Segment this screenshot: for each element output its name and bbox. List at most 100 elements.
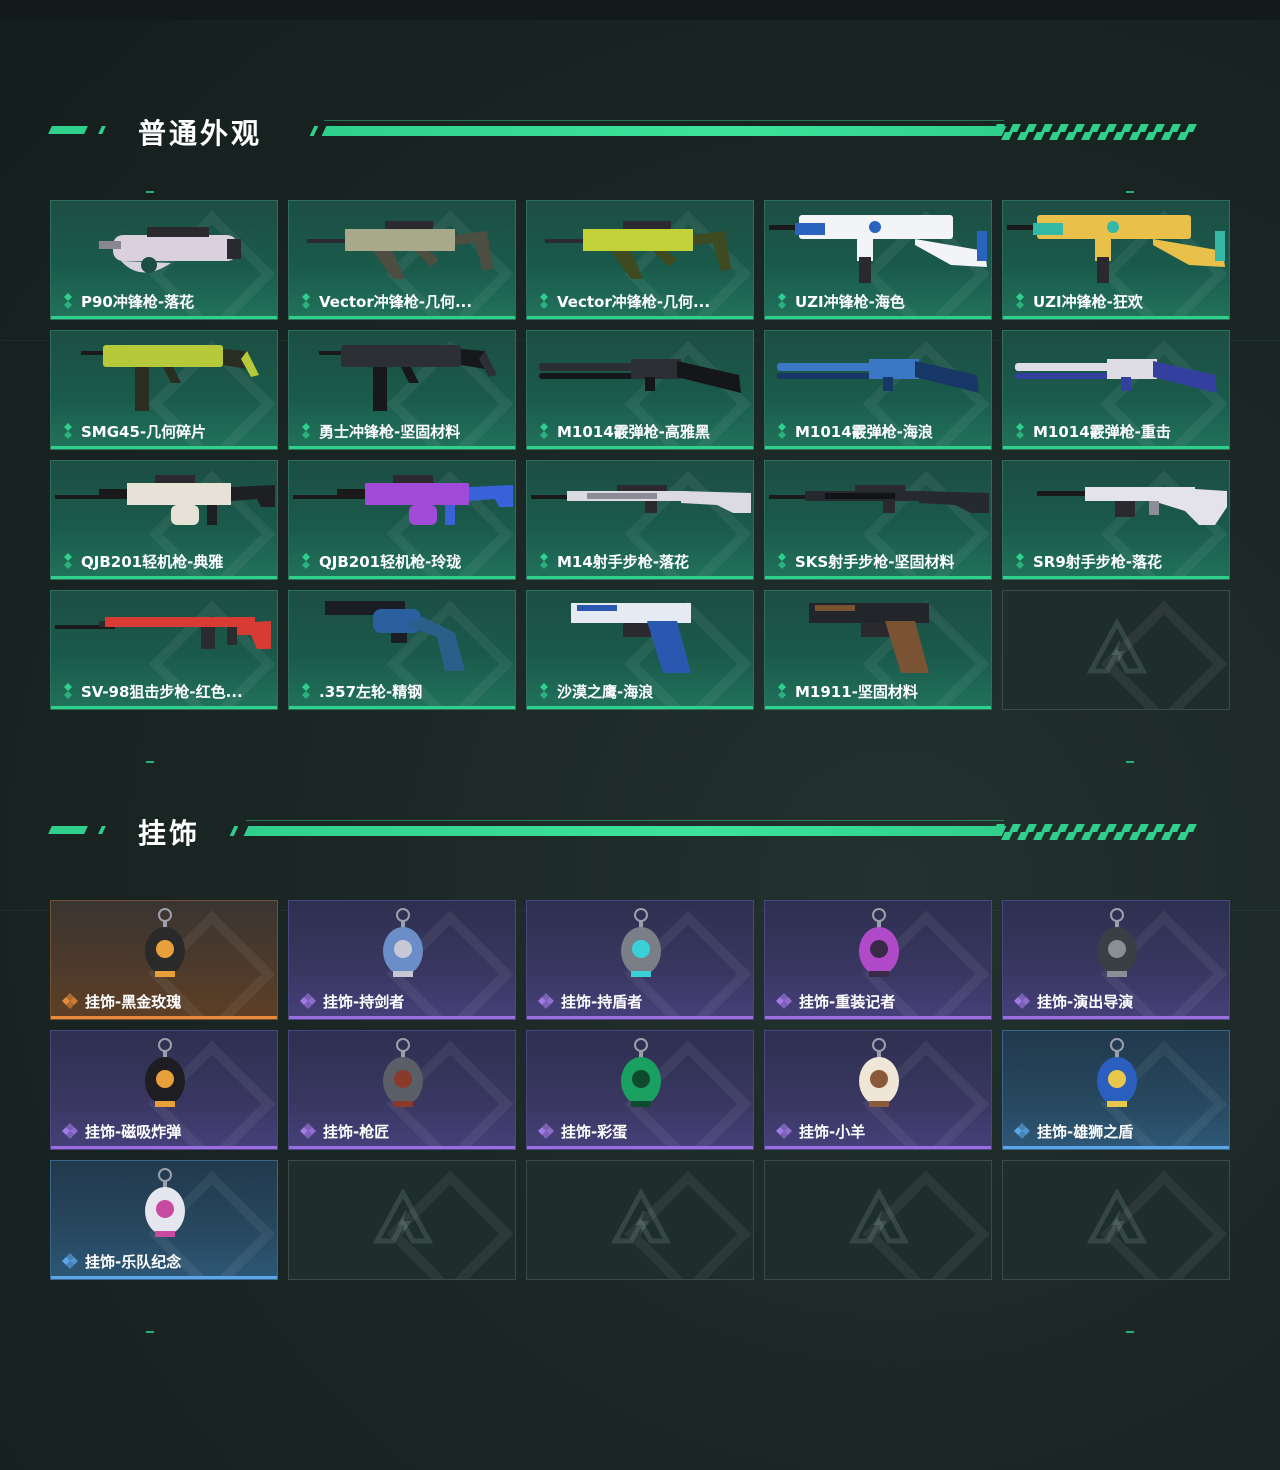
item-name: 挂饰-枪匠 [323,1122,390,1141]
sr9-icon [1003,461,1229,551]
empty-slot [526,1160,754,1280]
item-name: 挂饰-乐队纪念 [85,1252,182,1271]
rarity-icon [775,423,789,439]
item-label-row: 挂饰-持剑者 [299,991,507,1011]
item-label-row: UZI冲锋枪-狂欢 [1013,291,1221,311]
rarity-icon [299,423,313,439]
charm-card[interactable]: 挂饰-枪匠 [288,1030,516,1150]
charm-card[interactable]: 挂饰-磁吸炸弹 [50,1030,278,1150]
charm-card[interactable]: 挂饰-彩蛋 [526,1030,754,1150]
rarity-icon [299,683,313,699]
charm-icon [289,901,515,991]
empty-slot [288,1160,516,1280]
charm-icon [765,1031,991,1121]
lmg-icon [51,461,277,551]
skin-card[interactable]: M1014霰弹枪-高雅黑 [526,330,754,450]
skin-card[interactable]: UZI冲锋枪-海色 [764,200,992,320]
section-title: 普通外观 [138,117,263,150]
skin-card[interactable]: SMG45-几何碎片 [50,330,278,450]
item-label-row: 挂饰-乐队纪念 [61,1251,269,1271]
skin-card[interactable]: SKS射手步枪-坚固材料 [764,460,992,580]
item-name: SMG45-几何碎片 [81,422,207,441]
item-name: 挂饰-重装记者 [799,992,896,1011]
item-label-row: M1014霰弹枪-高雅黑 [537,421,745,441]
item-name: M14射手步枪-落花 [557,552,690,571]
p90-icon [51,201,277,291]
corner-accent [146,1331,154,1333]
skin-card[interactable]: M14射手步枪-落花 [526,460,754,580]
item-name: .357左轮-精钢 [319,682,423,701]
shotgun-icon [765,331,991,421]
skin-card[interactable]: .357左轮-精钢 [288,590,516,710]
skin-card[interactable]: SR9射手步枪-落花 [1002,460,1230,580]
skin-card[interactable]: QJB201轻机枪-典雅 [50,460,278,580]
header-line [321,126,1007,136]
revolver-icon [289,591,515,681]
rarity-icon [775,683,789,699]
logo-icon [1086,617,1148,679]
skin-card[interactable]: Vector冲锋枪-几何... [288,200,516,320]
section-title: 挂饰 [138,817,201,850]
item-name: 挂饰-雄狮之盾 [1037,1122,1134,1141]
charm-card[interactable]: 挂饰-持剑者 [288,900,516,1020]
rarity-icon [61,683,75,699]
item-name: 挂饰-黑金玫瑰 [85,992,182,1011]
item-label-row: 挂饰-小羊 [775,1121,983,1141]
item-label-row: Vector冲锋枪-几何... [299,291,507,311]
rarity-icon [775,293,789,309]
item-name: 挂饰-彩蛋 [561,1122,628,1141]
logo-icon [1086,1187,1148,1249]
rarity-icon [61,293,75,309]
logo-icon [610,1187,672,1249]
item-name: 挂饰-演出导演 [1037,992,1134,1011]
skin-card[interactable]: 勇士冲锋枪-坚固材料 [288,330,516,450]
item-name: SV-98狙击步枪-红色... [81,682,243,701]
charm-icon [51,1031,277,1121]
rarity-icon [299,993,317,1009]
skin-card[interactable]: P90冲锋枪-落花 [50,200,278,320]
smg-icon [289,331,515,421]
charm-card[interactable]: 挂饰-黑金玫瑰 [50,900,278,1020]
skin-card[interactable]: QJB201轻机枪-玲珑 [288,460,516,580]
skin-card[interactable]: 沙漠之鹰-海浪 [526,590,754,710]
sniper-icon [51,591,277,681]
uzi-icon [765,201,991,291]
charm-icon [527,901,753,991]
empty-slot [1002,1160,1230,1280]
charm-card[interactable]: 挂饰-持盾者 [526,900,754,1020]
skin-card[interactable]: M1014霰弹枪-海浪 [764,330,992,450]
rifle-icon [765,461,991,551]
charm-icon [289,1031,515,1121]
item-label-row: 沙漠之鹰-海浪 [537,681,745,701]
skin-card[interactable]: UZI冲锋枪-狂欢 [1002,200,1230,320]
header-accent [98,126,106,134]
skin-card[interactable]: M1911-坚固材料 [764,590,992,710]
item-label-row: Vector冲锋枪-几何... [537,291,745,311]
charm-card[interactable]: 挂饰-乐队纪念 [50,1160,278,1280]
item-name: SKS射手步枪-坚固材料 [795,552,955,571]
rarity-icon [61,553,75,569]
charm-card[interactable]: 挂饰-雄狮之盾 [1002,1030,1230,1150]
pistol-icon [765,591,991,681]
logo-icon [372,1187,434,1249]
charm-card[interactable]: 挂饰-演出导演 [1002,900,1230,1020]
item-label-row: M14射手步枪-落花 [537,551,745,571]
skin-card[interactable]: Vector冲锋枪-几何... [526,200,754,320]
item-name: SR9射手步枪-落花 [1033,552,1163,571]
item-name: 挂饰-小羊 [799,1122,866,1141]
shotgun-icon [527,331,753,421]
header-accent [229,826,239,836]
item-name: 挂饰-磁吸炸弹 [85,1122,182,1141]
rarity-icon [1013,1123,1031,1139]
item-name: M1014霰弹枪-重击 [1033,422,1171,441]
rarity-icon [537,993,555,1009]
item-name: 挂饰-持盾者 [561,992,643,1011]
skin-card[interactable]: M1014霰弹枪-重击 [1002,330,1230,450]
charm-card[interactable]: 挂饰-重装记者 [764,900,992,1020]
charm-icon [765,901,991,991]
item-label-row: M1014霰弹枪-重击 [1013,421,1221,441]
item-label-row: 挂饰-雄狮之盾 [1013,1121,1221,1141]
skin-card[interactable]: SV-98狙击步枪-红色... [50,590,278,710]
charm-card[interactable]: 挂饰-小羊 [764,1030,992,1150]
rarity-icon [299,553,313,569]
